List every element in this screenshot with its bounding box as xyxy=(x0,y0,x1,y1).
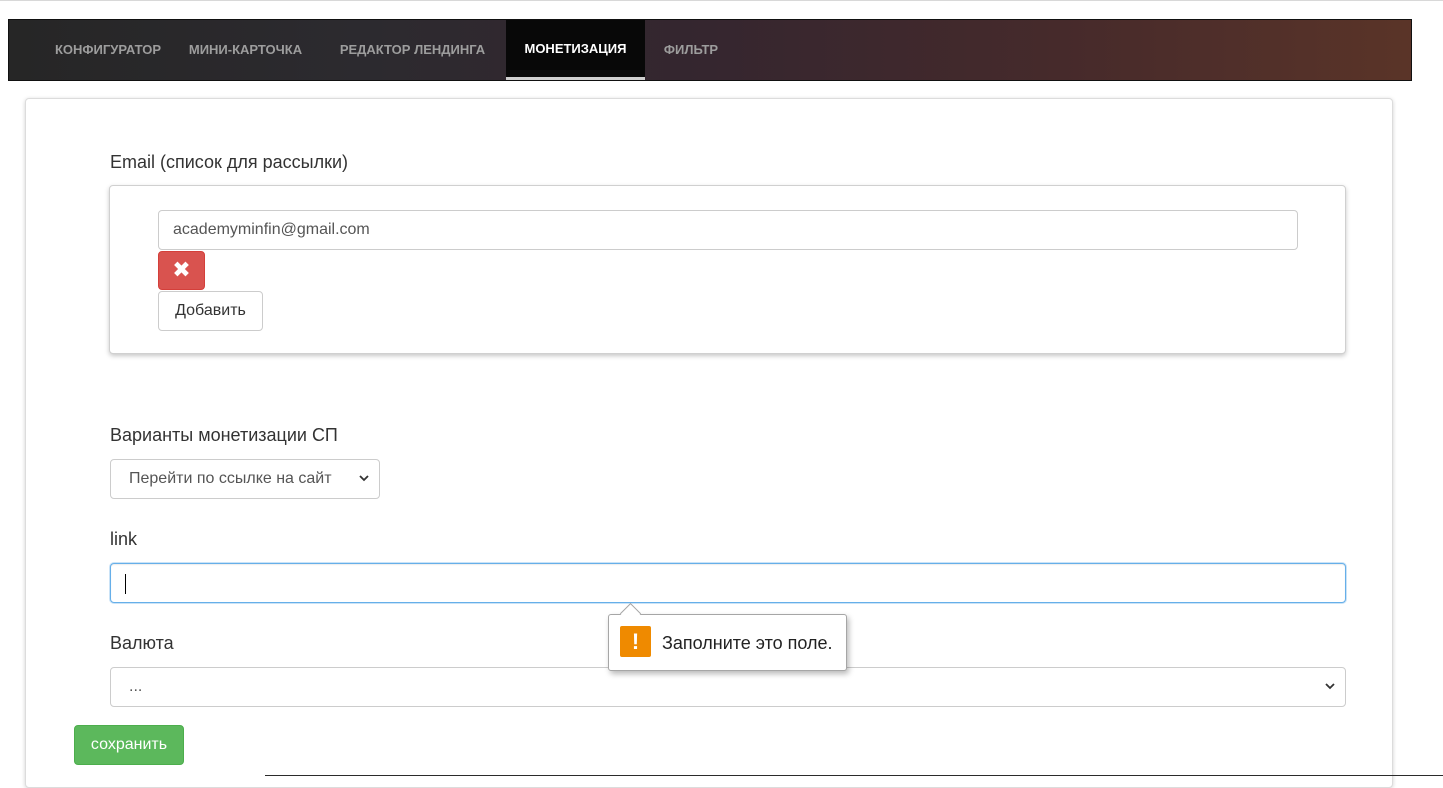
warning-icon: ! xyxy=(620,626,651,657)
link-input[interactable] xyxy=(110,563,1346,603)
email-input[interactable]: academyminfin@gmail.com xyxy=(158,210,1298,250)
link-label: link xyxy=(110,529,138,549)
text-caret xyxy=(125,574,126,594)
tooltip-message: Заполните это поле. xyxy=(662,633,833,653)
validation-tooltip: ! Заполните это поле. xyxy=(608,602,847,671)
tab-landing-editor[interactable]: РЕДАКТОР ЛЕНДИНГА xyxy=(320,20,505,80)
tab-monetization[interactable]: МОНЕТИЗАЦИЯ xyxy=(506,20,645,80)
top-divider xyxy=(0,0,1443,1)
chevron-down-icon xyxy=(1325,683,1335,690)
add-email-button[interactable]: Добавить xyxy=(158,291,263,331)
tab-filter[interactable]: ФИЛЬТР xyxy=(645,20,737,80)
currency-select[interactable]: ... xyxy=(110,667,1346,707)
monetization-label: Варианты монетизации СП xyxy=(110,425,338,445)
monetization-select[interactable]: Перейти по ссылке на сайт xyxy=(110,459,380,499)
currency-selected-value: ... xyxy=(129,678,143,695)
delete-email-button[interactable]: ✖ xyxy=(158,251,205,290)
currency-label: Валюта xyxy=(110,633,174,653)
tab-configurator[interactable]: КОНФИГУРАТОР xyxy=(27,20,189,80)
monetization-selected-value: Перейти по ссылке на сайт xyxy=(129,470,332,487)
save-button[interactable]: сохранить xyxy=(74,725,184,765)
x-icon: ✖ xyxy=(172,257,191,282)
chevron-down-icon xyxy=(359,475,369,482)
email-section-label: Email (список для рассылки) xyxy=(110,152,349,172)
bottom-divider xyxy=(265,775,1443,776)
tab-mini-card[interactable]: МИНИ-КАРТОЧКА xyxy=(171,20,320,80)
top-navbar: КОНФИГУРАТОР МИНИ-КАРТОЧКА РЕДАКТОР ЛЕНД… xyxy=(8,19,1412,81)
